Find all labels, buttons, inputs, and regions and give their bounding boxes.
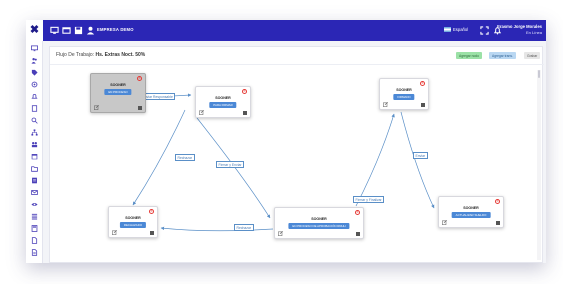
save-icon[interactable] [73,25,83,35]
node-handle-icon[interactable] [243,111,247,115]
node-name: SOONER [311,217,327,221]
title-prefix: Flujo De Trabajo: [56,52,95,58]
node-name: SOONER [463,206,479,210]
sidebar-file-text-icon[interactable] [30,248,39,257]
save-button[interactable]: Grabar [524,52,541,59]
sidebar-document-icon[interactable] [30,104,39,113]
sidebar-file-icon[interactable] [30,236,39,245]
add-node-button[interactable]: Agregar nodo [456,52,482,59]
node-handle-icon[interactable] [150,231,154,235]
sidebar-list-icon[interactable] [30,212,39,221]
sidebar-search-icon[interactable] [30,116,39,125]
node-handle-icon[interactable] [356,232,360,236]
company-name: EMPRESA DEMO [97,27,134,32]
flag-icon [444,27,451,32]
node-state-badge: ACTUALIZAR SUELDO [451,212,491,218]
title-value: Hs. Extras Noct. 50% [95,52,146,58]
sidebar-report-icon[interactable] [30,176,39,185]
node-handle-icon[interactable] [496,221,500,225]
user-icon[interactable] [85,25,95,35]
scrollbar-thumb[interactable] [538,70,540,78]
sidebar-tag-icon[interactable] [30,68,39,77]
node-state-badge: EN PROCESO [104,89,132,95]
sidebar-monitor-icon[interactable] [30,44,39,53]
node-name: SOONER [125,216,141,220]
transition-label[interactable]: Rechazar [175,154,195,161]
node-state-badge: FIRMADO [393,94,415,100]
sidebar-users-icon[interactable] [30,56,39,65]
app-window: ✖ EMPRESA DEMO Español Erasmo Jorge Mora… [26,20,546,263]
delete-node-icon[interactable]: ✕ [149,209,154,214]
language-label: Español [453,27,469,32]
language-selector[interactable]: Español [444,27,468,32]
monitor-icon[interactable] [49,25,59,35]
sidebar-settings-icon[interactable] [30,80,39,89]
sidebar-group-icon[interactable] [30,140,39,149]
transition-edge [160,226,274,232]
workflow-node[interactable]: ✕ SOONER FIRMADO [379,78,429,110]
node-state-badge: PARA FIRMAR [209,102,237,108]
node-state-badge: RECHAZADO [119,222,147,228]
node-handle-icon[interactable] [138,106,142,110]
sidebar [26,41,43,263]
sidebar-mail-icon[interactable] [30,188,39,197]
node-state-badge: EN PROCESO DE APROBACIÓN RRHH [288,223,350,229]
node-handle-icon[interactable] [421,103,425,107]
add-transition-button[interactable]: Agregar trans. [489,52,516,59]
top-bar: ✖ EMPRESA DEMO Español Erasmo Jorge Mora… [26,20,546,41]
sidebar-folder-icon[interactable] [30,164,39,173]
edit-node-icon[interactable] [278,231,283,236]
edit-node-icon[interactable] [199,110,204,115]
workflow-node[interactable]: ✕ SOONER RECHAZADO [108,206,158,238]
app-logo[interactable]: ✖ [26,20,43,41]
delete-node-icon[interactable]: ✕ [495,199,500,204]
fullscreen-icon[interactable] [479,25,489,35]
transition-label[interactable]: Rechazar [234,224,254,231]
workflow-node[interactable]: ✕ SOONER PARA FIRMAR [195,86,251,118]
user-status: En Línea [525,30,542,35]
canvas-scrollbar[interactable] [537,70,541,260]
edit-node-icon[interactable] [383,102,388,107]
sidebar-org-icon[interactable] [30,128,39,137]
delete-node-icon[interactable]: ✕ [137,76,142,81]
node-name: SOONER [215,96,231,100]
user-name[interactable]: Erasmo Jorge Morales [497,24,542,29]
delete-node-icon[interactable]: ✕ [420,81,425,86]
edit-node-icon[interactable] [94,105,99,110]
transition-edge [400,111,435,209]
node-name: SOONER [396,88,412,92]
sidebar-calendar-icon[interactable] [30,152,39,161]
transition-label[interactable]: Firmar y Finalizar [353,196,385,203]
delete-node-icon[interactable]: ✕ [355,210,360,215]
page-title: Flujo De Trabajo: Hs. Extras Noct. 50% [56,52,145,58]
sidebar-eye-icon[interactable] [30,200,39,209]
sidebar-bell-icon[interactable] [30,92,39,101]
edit-node-icon[interactable] [112,230,117,235]
workflow-panel: Flujo De Trabajo: Hs. Extras Noct. 50% A… [49,46,544,263]
window-icon[interactable] [61,25,71,35]
workflow-node[interactable]: ✕ SOONER EN PROCESO [90,73,146,113]
transition-label[interactable]: Firmar y Enviar [216,161,244,168]
node-name: SOONER [110,83,126,87]
workflow-node[interactable]: ✕ SOONER ACTUALIZAR SUELDO [438,196,504,228]
sidebar-calculator-icon[interactable] [30,224,39,233]
workflow-canvas[interactable]: Enviar Responsable Rechazar Firmar y Env… [50,65,538,263]
transition-edge [355,113,395,207]
transition-label[interactable]: Enviar [413,152,428,159]
edit-node-icon[interactable] [442,220,447,225]
workflow-node[interactable]: ✕ SOONER EN PROCESO DE APROBACIÓN RRHH [274,207,364,239]
transition-edge [196,117,271,219]
delete-node-icon[interactable]: ✕ [242,89,247,94]
